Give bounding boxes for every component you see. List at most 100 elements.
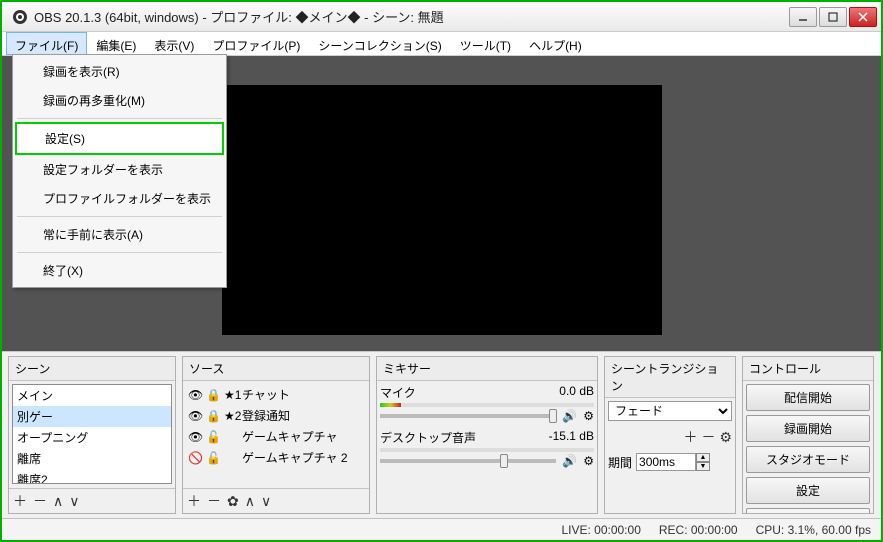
- window-title: OBS 20.1.3 (64bit, windows) - プロファイル: ◆メ…: [34, 7, 789, 26]
- menu-help[interactable]: ヘルプ(H): [520, 32, 591, 55]
- source-up-button[interactable]: ∧: [245, 493, 255, 510]
- mixer-volume-slider[interactable]: [380, 414, 556, 418]
- close-button[interactable]: [849, 7, 877, 27]
- controls-panel: コントロール 配信開始 録画開始 スタジオモード 設定 終了: [742, 356, 874, 514]
- status-live: LIVE: 00:00:00: [561, 523, 640, 537]
- menu-separator: [17, 252, 222, 253]
- source-settings-button[interactable]: ✿: [227, 493, 239, 510]
- source-row[interactable]: 👁 🔒 ★2 登録通知: [186, 405, 366, 426]
- scenes-title: シーン: [9, 357, 175, 381]
- star-icon: ★2: [224, 409, 238, 423]
- visibility-icon[interactable]: 🚫: [188, 451, 202, 465]
- source-row[interactable]: 👁 🔓 ゲームキャプチャ: [186, 426, 366, 447]
- studio-mode-button[interactable]: スタジオモード: [746, 446, 870, 473]
- menu-tools[interactable]: ツール(T): [451, 32, 520, 55]
- mixer-label: デスクトップ音声: [380, 429, 476, 446]
- mixer-meter: [380, 403, 594, 407]
- mixer-db: -15.1 dB: [549, 429, 594, 446]
- source-name: ゲームキャプチャ 2: [242, 449, 348, 466]
- scene-item[interactable]: 離席: [13, 448, 171, 469]
- scene-down-button[interactable]: ∨: [69, 493, 79, 510]
- lock-icon[interactable]: 🔒: [206, 388, 220, 402]
- transition-duration-input[interactable]: [636, 453, 696, 471]
- mixer-panel: ミキサー マイク 0.0 dB 🔊 ⚙ デスクトップ: [376, 356, 598, 514]
- scene-item[interactable]: メイン: [13, 385, 171, 406]
- visibility-icon[interactable]: 👁: [188, 388, 202, 402]
- titlebar: OBS 20.1.3 (64bit, windows) - プロファイル: ◆メ…: [2, 2, 881, 32]
- mixer-title: ミキサー: [377, 357, 597, 381]
- transition-duration-label: 期間: [608, 454, 632, 471]
- transition-settings-button[interactable]: ⚙: [719, 429, 732, 446]
- scene-item[interactable]: 離席2: [13, 469, 171, 484]
- scenes-panel: シーン メイン 別ゲー オープニング 離席 離席2 ＋ － ∧ ∨: [8, 356, 176, 514]
- source-name: ゲームキャプチャ: [242, 428, 338, 445]
- file-menu-show-profile-folder[interactable]: プロファイルフォルダーを表示: [15, 184, 224, 213]
- source-add-button[interactable]: ＋: [187, 491, 201, 511]
- transition-remove-button[interactable]: －: [701, 427, 715, 447]
- exit-button[interactable]: 終了: [746, 508, 870, 513]
- obs-icon: [12, 9, 28, 25]
- file-menu-show-settings-folder[interactable]: 設定フォルダーを表示: [15, 155, 224, 184]
- star-icon: ★1: [224, 388, 238, 402]
- gear-icon[interactable]: ⚙: [583, 454, 594, 468]
- lock-icon[interactable]: 🔓: [206, 430, 220, 444]
- menu-view[interactable]: 表示(V): [145, 32, 203, 55]
- transition-panel: シーントランジション フェード ＋ － ⚙ 期間 ▲▼: [604, 356, 736, 514]
- scene-remove-button[interactable]: －: [33, 491, 47, 511]
- maximize-button[interactable]: [819, 7, 847, 27]
- file-menu-exit[interactable]: 終了(X): [15, 256, 224, 285]
- sources-title: ソース: [183, 357, 369, 381]
- source-down-button[interactable]: ∨: [261, 493, 271, 510]
- source-name: チャット: [242, 386, 290, 403]
- scene-up-button[interactable]: ∧: [53, 493, 63, 510]
- scene-item[interactable]: 別ゲー: [13, 406, 171, 427]
- status-cpu: CPU: 3.1%, 60.00 fps: [756, 523, 871, 537]
- file-menu-dropdown: 録画を表示(R) 録画の再多重化(M) 設定(S) 設定フォルダーを表示 プロフ…: [12, 54, 227, 288]
- mixer-db: 0.0 dB: [559, 384, 594, 401]
- source-row[interactable]: 👁 🔒 ★1 チャット: [186, 384, 366, 405]
- visibility-icon[interactable]: 👁: [188, 409, 202, 423]
- mixer-label: マイク: [380, 384, 416, 401]
- sources-panel: ソース 👁 🔒 ★1 チャット 👁 🔒 ★2 登録通知 👁 🔓: [182, 356, 370, 514]
- menubar: ファイル(F) 編集(E) 表示(V) プロファイル(P) シーンコレクション(…: [2, 32, 881, 56]
- menu-profile[interactable]: プロファイル(P): [203, 32, 309, 55]
- start-streaming-button[interactable]: 配信開始: [746, 384, 870, 411]
- file-menu-always-on-top[interactable]: 常に手前に表示(A): [15, 220, 224, 249]
- menu-separator: [17, 216, 222, 217]
- source-remove-button[interactable]: －: [207, 491, 221, 511]
- mixer-volume-slider[interactable]: [380, 459, 556, 463]
- mixer-meter: [380, 448, 594, 452]
- scenes-list[interactable]: メイン 別ゲー オープニング 離席 離席2: [12, 384, 172, 484]
- lock-icon[interactable]: 🔒: [206, 409, 220, 423]
- source-row[interactable]: 🚫 🔓 ゲームキャプチャ 2: [186, 447, 366, 468]
- file-menu-show-recordings[interactable]: 録画を表示(R): [15, 57, 224, 86]
- mixer-channel-desktop: デスクトップ音声 -15.1 dB 🔊 ⚙: [380, 429, 594, 468]
- spin-up[interactable]: ▲: [696, 453, 710, 462]
- obs-main-window: OBS 20.1.3 (64bit, windows) - プロファイル: ◆メ…: [0, 0, 883, 542]
- transition-title: シーントランジション: [605, 357, 735, 398]
- minimize-button[interactable]: [789, 7, 817, 27]
- menu-scene-collection[interactable]: シーンコレクション(S): [309, 32, 450, 55]
- visibility-icon[interactable]: 👁: [188, 430, 202, 444]
- statusbar: LIVE: 00:00:00 REC: 00:00:00 CPU: 3.1%, …: [2, 518, 881, 540]
- menu-edit[interactable]: 編集(E): [87, 32, 145, 55]
- file-menu-settings[interactable]: 設定(S): [15, 122, 224, 155]
- preview-canvas: [222, 85, 662, 335]
- transition-add-button[interactable]: ＋: [683, 427, 697, 447]
- menu-file[interactable]: ファイル(F): [6, 32, 87, 55]
- source-name: 登録通知: [242, 407, 290, 424]
- speaker-icon[interactable]: 🔊: [562, 454, 577, 468]
- transition-select[interactable]: フェード: [608, 401, 732, 421]
- spin-down[interactable]: ▼: [696, 462, 710, 471]
- settings-button[interactable]: 設定: [746, 477, 870, 504]
- gear-icon[interactable]: ⚙: [583, 409, 594, 423]
- status-rec: REC: 00:00:00: [659, 523, 738, 537]
- scene-add-button[interactable]: ＋: [13, 491, 27, 511]
- speaker-icon[interactable]: 🔊: [562, 409, 577, 423]
- scene-item[interactable]: オープニング: [13, 427, 171, 448]
- transition-duration-spinner[interactable]: ▲▼: [636, 453, 710, 471]
- lock-icon[interactable]: 🔓: [206, 451, 220, 465]
- sources-list[interactable]: 👁 🔒 ★1 チャット 👁 🔒 ★2 登録通知 👁 🔓 ゲームキャプチャ: [183, 381, 369, 488]
- start-recording-button[interactable]: 録画開始: [746, 415, 870, 442]
- file-menu-remux[interactable]: 録画の再多重化(M): [15, 86, 224, 115]
